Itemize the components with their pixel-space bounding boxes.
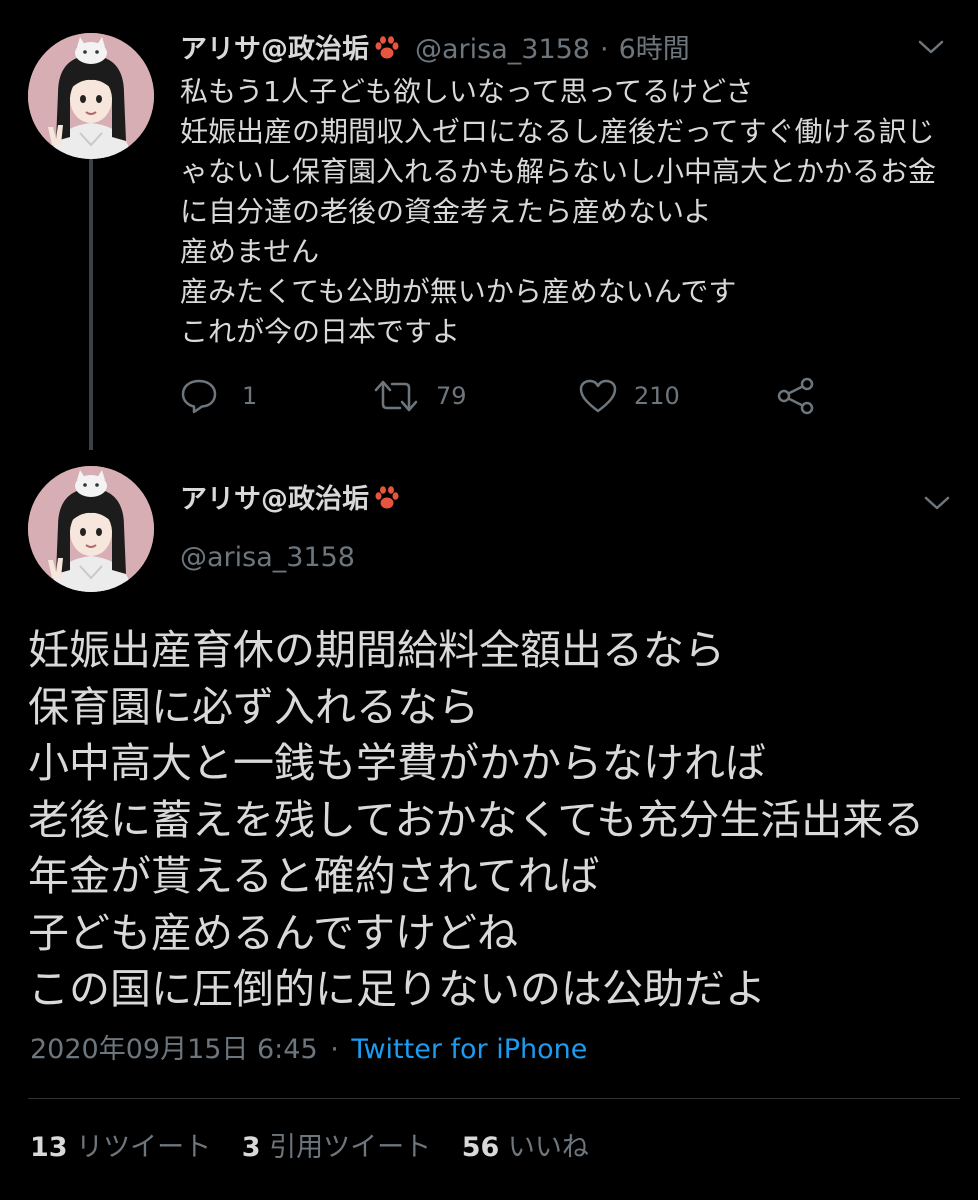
paw-icon [373, 484, 401, 516]
avatar[interactable] [28, 466, 154, 592]
author-name[interactable]: アリサ@政治垢 [180, 482, 369, 518]
chevron-down-icon[interactable] [916, 36, 946, 62]
avatar[interactable] [28, 33, 154, 159]
retweet-button[interactable]: 79 [372, 376, 467, 416]
retweets-count: 13 [30, 1132, 68, 1163]
retweet-count: 79 [436, 382, 467, 410]
chevron-down-icon[interactable] [922, 492, 952, 518]
avatar-illustration [28, 33, 154, 159]
meta-separator: · [330, 1034, 339, 1065]
quotes-count: 3 [241, 1132, 261, 1163]
tweet-2-author: アリサ@政治垢 [180, 482, 401, 518]
reply-count: 1 [242, 382, 258, 410]
share-button[interactable] [776, 376, 832, 416]
tweet-time[interactable]: 6時間 [619, 32, 690, 68]
heart-icon [579, 379, 617, 413]
tweet-source-link[interactable]: Twitter for iPhone [351, 1034, 587, 1065]
tweet-meta: 2020年09月15日 6:45 · Twitter for iPhone [30, 1030, 587, 1070]
quotes-stat[interactable]: 3 引用ツイート [242, 1132, 440, 1163]
retweets-stat[interactable]: 13 リツイート [30, 1132, 220, 1163]
share-icon [777, 377, 814, 415]
author-name[interactable]: アリサ@政治垢 [180, 32, 369, 68]
reply-button[interactable]: 1 [180, 376, 257, 416]
author-handle[interactable]: @arisa_3158 [415, 32, 590, 68]
tweet-1-header: アリサ@政治垢 @arisa_3158 · 6時間 [180, 32, 690, 68]
likes-stat[interactable]: 56 いいね [462, 1132, 589, 1163]
like-count: 210 [634, 382, 680, 410]
tweet-1[interactable]: アリサ@政治垢 @arisa_3158 · 6時間 私もう1人子ども欲しいなって… [0, 0, 978, 450]
tweet-timestamp[interactable]: 2020年09月15日 6:45 [30, 1034, 318, 1065]
speech-bubble-icon [181, 379, 217, 414]
retweets-label: リツイート [76, 1132, 212, 1163]
tweet-1-body: 私もう1人子ども欲しいなって思ってるけどさ 妊娠出産の期間収入ゼロになるし産後だ… [180, 75, 937, 348]
divider [28, 1098, 960, 1099]
retweet-arrows-icon [374, 380, 418, 412]
header-separator: · [599, 34, 609, 65]
author-handle[interactable]: @arisa_3158 [180, 540, 355, 576]
quotes-label: 引用ツイート [269, 1132, 432, 1163]
likes-count: 56 [461, 1132, 500, 1163]
avatar-illustration [28, 466, 154, 592]
likes-label: いいね [507, 1132, 589, 1163]
tweet-2-body: 妊娠出産育休の期間給料全額出るなら 保育園に必ず入れるなら 小中高大と一銭も学費… [28, 626, 925, 1013]
tweet-stats: 13 リツイート 3 引用ツイート 56 いいね [30, 1128, 589, 1168]
like-button[interactable]: 210 [578, 376, 680, 416]
paw-icon [373, 34, 401, 66]
